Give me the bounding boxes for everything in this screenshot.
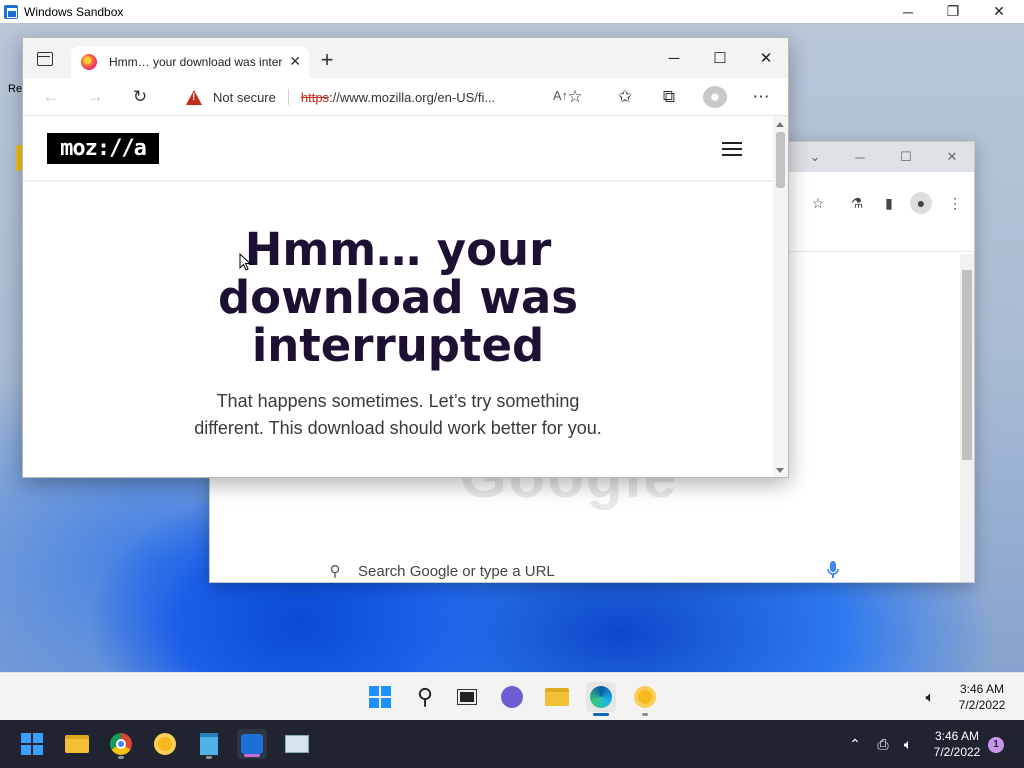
host-clock[interactable]: 3:46 AM 7/2/2022 (924, 728, 990, 760)
microphone-icon[interactable] (826, 560, 840, 580)
address-divider (287, 89, 289, 105)
page-content: moz://a Hmm… your download was interrupt… (23, 116, 775, 477)
warning-icon[interactable] (186, 89, 203, 105)
sandbox-clock[interactable]: 3:46 AM 7/2/2022 (950, 681, 1014, 713)
url-text: ://www.mozilla.org/en-US/fi... (329, 89, 496, 105)
windows-sandbox-icon[interactable] (237, 729, 267, 759)
window-title: Windows Sandbox (24, 4, 124, 19)
chat-icon[interactable] (497, 682, 527, 712)
chrome-scrollbar[interactable] (960, 254, 974, 582)
refresh-icon[interactable]: ↻ (128, 86, 152, 108)
maximize-button[interactable]: ❐ (930, 0, 976, 23)
file-explorer-icon[interactable] (542, 682, 572, 712)
bookmark-star-icon[interactable]: ☆ (807, 192, 829, 214)
edge-window[interactable]: Hmm… your download was inter ✕ + ─ ☐ ✕ ←… (22, 37, 789, 478)
active-tab[interactable]: Hmm… your download was inter ✕ (71, 46, 309, 78)
host-taskbar: ⌃ ⎙ 🔈︎ 3:46 AM 7/2/2022 (0, 720, 1024, 768)
page-heading: Hmm… your download was interrupted (217, 223, 579, 372)
chrome-canary-icon[interactable] (150, 729, 180, 759)
edge-minimize-button[interactable]: ─ (651, 46, 697, 70)
chrome-maximize-button[interactable]: ☐ (886, 146, 926, 168)
mouse-cursor-icon (239, 253, 251, 271)
start-icon[interactable] (365, 682, 395, 712)
mozilla-logo[interactable]: moz://a (47, 133, 159, 164)
forward-arrow-icon[interactable]: → (83, 86, 107, 108)
chrome-tab-search-icon[interactable]: ⌄ (795, 146, 835, 168)
firefox-icon (81, 54, 97, 70)
hamburger-menu-icon[interactable] (722, 142, 742, 156)
chrome-menu-icon[interactable]: ⋮ (944, 192, 966, 214)
search-icon[interactable]: ⚲ (410, 682, 440, 712)
edge-toolbar: ← → ↻ Not secure https ://www.mozilla.or… (23, 78, 788, 116)
close-button[interactable]: ✕ (976, 0, 1022, 23)
profile-avatar-icon[interactable]: ● (910, 192, 932, 214)
security-label[interactable]: Not secure (213, 90, 276, 105)
page-subtext: That happens sometimes. Let’s try someth… (194, 391, 602, 438)
start-icon[interactable] (17, 729, 47, 759)
edge-maximize-button[interactable]: ☐ (697, 46, 743, 70)
search-icon: ⚲ (329, 563, 341, 580)
show-hidden-icons-chevron-icon[interactable]: ⌃ (840, 729, 870, 759)
notepad-icon[interactable] (194, 729, 224, 759)
sandbox-titlebar: Windows Sandbox ─ ❐ ✕ (0, 0, 1024, 23)
desktop-icon-label[interactable]: Re (8, 83, 22, 95)
volume-icon[interactable]: 🔈︎ (915, 682, 945, 712)
task-view-icon[interactable] (452, 682, 482, 712)
volume-icon[interactable]: 🔈︎ (893, 729, 923, 759)
side-panel-icon[interactable]: ▮ (878, 192, 900, 214)
edge-icon[interactable] (586, 682, 616, 716)
scrollbar-thumb[interactable] (776, 132, 785, 188)
chrome-icon[interactable] (106, 729, 136, 759)
search-placeholder: Search Google or type a URL (358, 562, 555, 580)
edge-tabbar: Hmm… your download was inter ✕ + ─ ☐ ✕ (23, 38, 788, 78)
host-date: 7/2/2022 (933, 745, 981, 759)
host-time: 3:46 AM (934, 729, 980, 743)
new-tab-button[interactable]: + (315, 48, 339, 72)
edge-scrollbar[interactable] (773, 116, 788, 477)
sandbox-date: 7/2/2022 (958, 698, 1006, 712)
tab-title: Hmm… your download was inter (109, 55, 283, 69)
edge-close-button[interactable]: ✕ (743, 46, 788, 70)
google-search-box[interactable]: ⚲ Search Google or type a URL (320, 557, 840, 582)
minimize-button[interactable]: ─ (885, 0, 931, 23)
chrome-close-button[interactable]: ✕ (932, 146, 972, 168)
scrollbar-thumb[interactable] (962, 270, 972, 460)
scroll-up-icon[interactable] (776, 122, 784, 127)
settings-menu-icon[interactable]: ⋯ (749, 86, 773, 108)
chrome-minimize-button[interactable]: ─ (840, 146, 880, 168)
notification-badge[interactable]: 1 (988, 737, 1004, 753)
sandbox-time: 3:46 AM (959, 682, 1005, 696)
sandbox-taskbar: ⚲ 🔈︎ 3:46 AM 7/2/2022 (0, 672, 1024, 720)
site-header: moz://a (23, 116, 775, 182)
collections-icon[interactable]: ⧉ (657, 86, 681, 108)
url-protocol: https (300, 89, 330, 105)
back-arrow-icon[interactable]: ← (39, 86, 63, 108)
tab-close-icon[interactable]: ✕ (289, 53, 301, 70)
labs-flask-icon[interactable]: ⚗ (846, 192, 868, 214)
chrome-canary-icon[interactable] (630, 682, 660, 716)
favorites-icon[interactable]: ✩ (613, 86, 637, 108)
file-explorer-icon[interactable] (62, 729, 92, 759)
tab-actions-icon[interactable] (37, 52, 53, 66)
resource-monitor-icon[interactable] (282, 729, 312, 759)
profile-icon[interactable]: ● (703, 86, 727, 108)
address-bar[interactable]: Not secure https ://www.mozilla.org/en-U… (166, 82, 568, 112)
add-favorite-icon[interactable]: ☆ (563, 86, 587, 108)
windows-sandbox-icon (4, 4, 18, 19)
scroll-down-icon[interactable] (776, 468, 784, 473)
